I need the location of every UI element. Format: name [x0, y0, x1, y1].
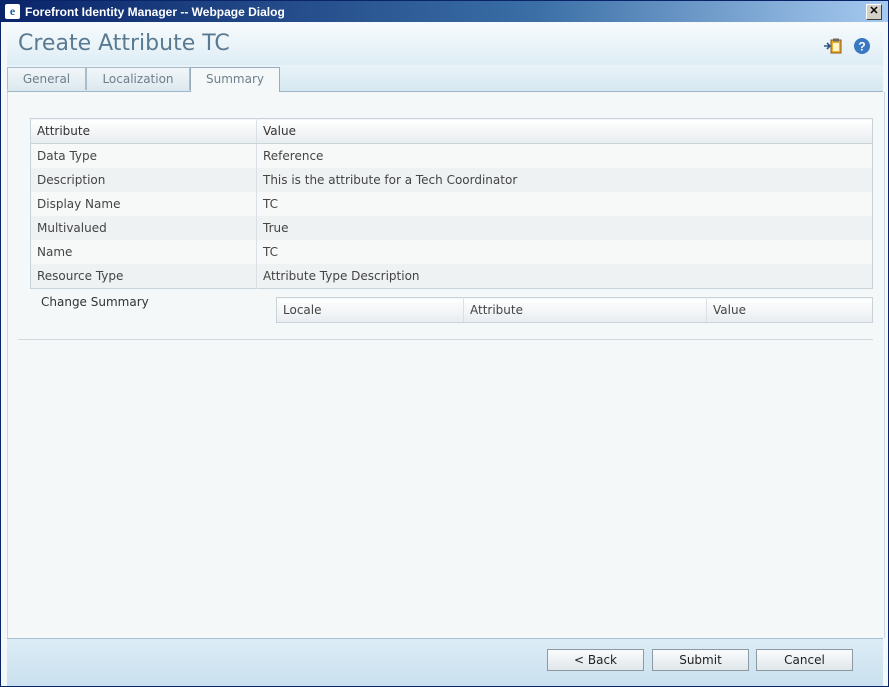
- table-row: Multivalued True: [30, 216, 873, 240]
- dialog-window: e Forefront Identity Manager -- Webpage …: [0, 0, 889, 687]
- tab-strip: General Localization Summary: [7, 65, 883, 92]
- table-row: Display Name TC: [30, 192, 873, 216]
- row-attribute: Description: [30, 168, 257, 192]
- column-header-attribute: Attribute: [30, 118, 257, 144]
- dialog-header: Create Attribute TC ?: [7, 23, 883, 65]
- column-header-value: Value: [706, 297, 873, 323]
- row-value: TC: [256, 192, 873, 216]
- column-header-attribute: Attribute: [463, 297, 707, 323]
- row-value: Attribute Type Description: [256, 264, 873, 289]
- tab-summary[interactable]: Summary: [190, 67, 280, 92]
- close-button[interactable]: ✕: [866, 4, 882, 20]
- dialog-footer: < Back Submit Cancel: [7, 638, 883, 686]
- help-icon[interactable]: ?: [853, 37, 871, 55]
- window-title: Forefront Identity Manager -- Webpage Di…: [25, 5, 285, 19]
- row-value: This is the attribute for a Tech Coordin…: [256, 168, 873, 192]
- back-button[interactable]: < Back: [547, 649, 644, 671]
- row-attribute: Data Type: [30, 143, 257, 168]
- table-row: Resource Type Attribute Type Description: [30, 264, 873, 289]
- submit-button[interactable]: Submit: [652, 649, 749, 671]
- page-title: Create Attribute TC: [18, 31, 230, 56]
- summary-table: Attribute Value Data Type Reference Desc…: [30, 118, 873, 289]
- title-bar[interactable]: e Forefront Identity Manager -- Webpage …: [1, 1, 888, 22]
- row-value: TC: [256, 240, 873, 264]
- column-header-value: Value: [256, 118, 873, 144]
- tab-localization[interactable]: Localization: [86, 67, 190, 90]
- row-attribute: Name: [30, 240, 257, 264]
- tab-general[interactable]: General: [7, 67, 86, 90]
- row-value: True: [256, 216, 873, 240]
- row-attribute: Multivalued: [30, 216, 257, 240]
- column-header-locale: Locale: [276, 297, 464, 323]
- change-table-header-row: Locale Attribute Value: [276, 297, 873, 323]
- table-row: Description This is the attribute for a …: [30, 168, 873, 192]
- summary-panel: Attribute Value Data Type Reference Desc…: [7, 92, 885, 638]
- svg-text:?: ?: [858, 40, 865, 54]
- ie-page-icon: e: [5, 4, 20, 19]
- table-row: Data Type Reference: [30, 143, 873, 168]
- cancel-button[interactable]: Cancel: [756, 649, 853, 671]
- row-value: Reference: [256, 143, 873, 168]
- change-summary-label: Change Summary: [41, 295, 149, 309]
- row-attribute: Resource Type: [30, 264, 257, 289]
- row-attribute: Display Name: [30, 192, 257, 216]
- add-to-clipboard-icon[interactable]: [823, 37, 842, 55]
- section-divider: [18, 339, 873, 340]
- table-header-row: Attribute Value: [30, 118, 873, 144]
- change-summary-table: Locale Attribute Value: [276, 297, 873, 323]
- table-row: Name TC: [30, 240, 873, 264]
